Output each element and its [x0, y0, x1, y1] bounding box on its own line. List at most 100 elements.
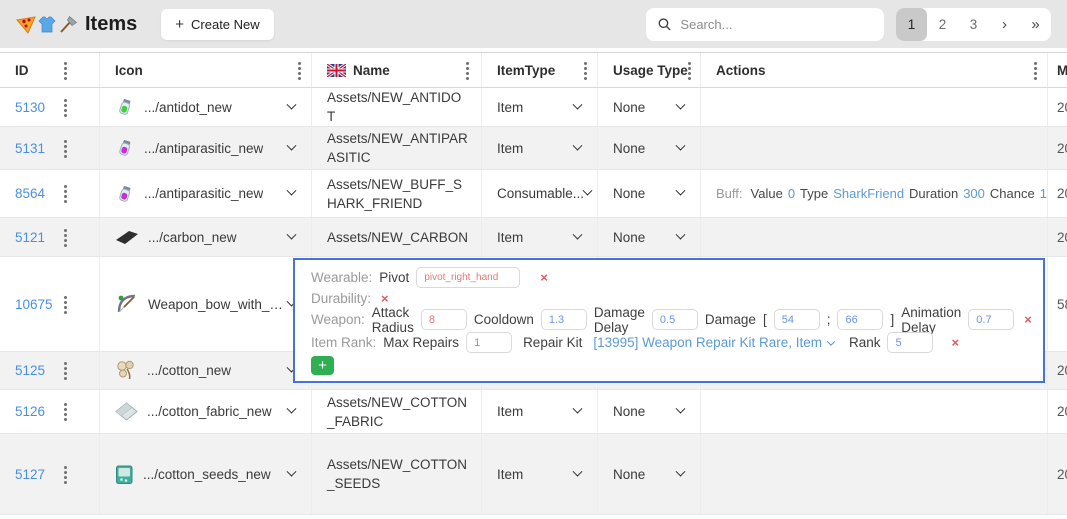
chevron-down-icon[interactable]: [287, 404, 297, 414]
chevron-down-icon[interactable]: [573, 229, 583, 239]
remove-item-rank-icon[interactable]: ×: [948, 335, 962, 350]
page-button-3[interactable]: 3: [958, 8, 989, 41]
pivot-input[interactable]: [416, 267, 520, 288]
chevron-down-icon[interactable]: [573, 466, 583, 476]
buff-value-link[interactable]: SharkFriend: [833, 186, 904, 201]
usagetype-value: None: [613, 141, 645, 156]
kebab-menu-icon[interactable]: [466, 67, 469, 70]
usagetype-cell[interactable]: None: [598, 434, 701, 514]
buff-value-link[interactable]: 100: [1040, 186, 1048, 201]
name-cell[interactable]: Assets/NEW_ANTIDOT: [312, 88, 482, 126]
chevron-down-icon[interactable]: [573, 99, 583, 109]
search-input[interactable]: [680, 17, 872, 32]
ma-cell: 20: [1048, 88, 1067, 126]
itemtype-cell[interactable]: Item: [482, 434, 598, 514]
kebab-menu-icon[interactable]: [64, 67, 67, 70]
ma-cell: 20: [1048, 352, 1067, 389]
kebab-menu-icon[interactable]: [64, 367, 67, 370]
create-new-button[interactable]: + Create New: [161, 9, 273, 40]
item-id-link[interactable]: 8564: [15, 186, 45, 201]
actions-cell: [701, 88, 1048, 126]
kebab-menu-icon[interactable]: [64, 145, 67, 148]
icon-path-label: .../carbon_new: [148, 230, 237, 245]
buff-value-link[interactable]: 0: [788, 186, 795, 201]
next-page-button[interactable]: ›: [989, 8, 1020, 41]
usagetype-cell[interactable]: None: [598, 127, 701, 169]
ma-cell: 20: [1048, 390, 1067, 433]
last-page-button[interactable]: »: [1020, 8, 1051, 41]
kebab-menu-icon[interactable]: [64, 408, 67, 411]
chevron-down-icon[interactable]: [676, 229, 686, 239]
column-header-usagetype: Usage Type: [598, 53, 701, 87]
kebab-menu-icon[interactable]: [688, 67, 691, 70]
item-id-link[interactable]: 5121: [15, 230, 45, 245]
chevron-down-icon[interactable]: [676, 404, 686, 414]
itemtype-cell[interactable]: Item: [482, 390, 598, 433]
item-id-link[interactable]: 5126: [15, 404, 45, 419]
chevron-down-icon[interactable]: [287, 466, 297, 476]
chevron-down-icon[interactable]: [287, 99, 297, 109]
max-repairs-input[interactable]: [466, 332, 512, 353]
name-cell[interactable]: Assets/NEW_CARBON: [312, 218, 482, 256]
seeds-icon: [115, 464, 134, 485]
add-property-button[interactable]: +: [311, 356, 334, 375]
page-button-1[interactable]: 1: [896, 8, 927, 41]
page-button-2[interactable]: 2: [927, 8, 958, 41]
item-id-link[interactable]: 5125: [15, 363, 45, 378]
buff-value-link[interactable]: 300: [963, 186, 985, 201]
search-box[interactable]: [646, 8, 884, 41]
damage-max-input[interactable]: [837, 309, 883, 330]
name-cell[interactable]: Assets/NEW_BUFF_SHARK_FRIEND: [312, 170, 482, 217]
cooldown-input[interactable]: [541, 309, 587, 330]
id-cell: 5121: [0, 218, 100, 256]
chevron-down-icon[interactable]: [287, 229, 297, 239]
chevron-down-icon[interactable]: [573, 404, 583, 414]
kebab-menu-icon[interactable]: [64, 471, 67, 474]
itemtype-cell[interactable]: Item: [482, 88, 598, 126]
item-id-link[interactable]: 5131: [15, 141, 45, 156]
kebab-menu-icon[interactable]: [64, 190, 67, 193]
kebab-menu-icon[interactable]: [64, 104, 67, 107]
kebab-menu-icon[interactable]: [298, 67, 301, 70]
id-cell: 8564: [0, 170, 100, 217]
chevron-down-icon[interactable]: [676, 99, 686, 109]
chevron-down-icon[interactable]: [676, 466, 686, 476]
usagetype-cell[interactable]: None: [598, 218, 701, 256]
usagetype-value: None: [613, 186, 645, 201]
kebab-menu-icon[interactable]: [1034, 67, 1037, 70]
damage-delay-input[interactable]: [652, 309, 698, 330]
remove-weapon-icon[interactable]: ×: [1021, 312, 1035, 327]
repair-kit-select[interactable]: [13995] Weapon Repair Kit Rare, Item: [593, 335, 834, 350]
usagetype-cell[interactable]: None: [598, 170, 701, 217]
itemtype-cell[interactable]: Item: [482, 218, 598, 256]
kebab-menu-icon[interactable]: [64, 234, 67, 237]
item-id-link[interactable]: 10675: [15, 297, 53, 312]
name-cell[interactable]: Assets/NEW_ANTIPARASITIC: [312, 127, 482, 169]
item-id-link[interactable]: 5127: [15, 467, 45, 482]
itemtype-cell[interactable]: Consumable...: [482, 170, 598, 217]
usagetype-cell[interactable]: None: [598, 390, 701, 433]
chevron-down-icon[interactable]: [583, 186, 593, 196]
kebab-menu-icon[interactable]: [64, 301, 67, 304]
item-id-link[interactable]: 5130: [15, 100, 45, 115]
chevron-down-icon[interactable]: [573, 140, 583, 150]
kebab-menu-icon[interactable]: [584, 67, 587, 70]
rank-input[interactable]: [887, 332, 933, 353]
animation-delay-input[interactable]: [968, 309, 1014, 330]
itemtype-cell[interactable]: Item: [482, 127, 598, 169]
animation-delay-label: Animation Delay: [901, 305, 961, 335]
chevron-down-icon[interactable]: [676, 186, 686, 196]
name-cell[interactable]: Assets/NEW_COTTON_SEEDS: [312, 434, 482, 514]
damage-min-input[interactable]: [774, 309, 820, 330]
usagetype-cell[interactable]: None: [598, 88, 701, 126]
chevron-down-icon[interactable]: [676, 140, 686, 150]
remove-durability-icon[interactable]: ×: [378, 291, 392, 306]
attack-radius-input[interactable]: [421, 309, 467, 330]
id-cell: 5130: [0, 88, 100, 126]
chevron-down-icon[interactable]: [287, 186, 297, 196]
buff-label: Buff:: [716, 186, 743, 201]
remove-wearable-icon[interactable]: ×: [537, 270, 551, 285]
name-cell[interactable]: Assets/NEW_COTTON_FABRIC: [312, 390, 482, 433]
chevron-down-icon[interactable]: [287, 140, 297, 150]
ma-value: 20: [1057, 404, 1067, 419]
